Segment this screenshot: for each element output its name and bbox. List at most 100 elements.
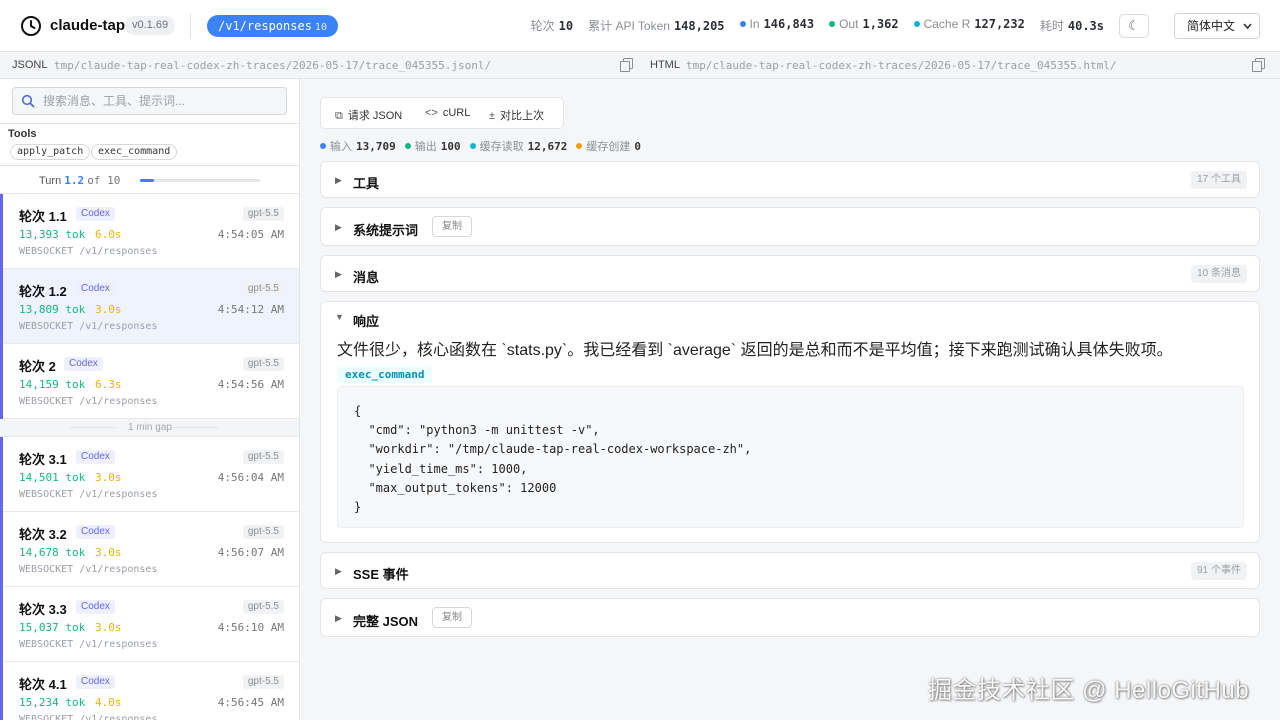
section-title[interactable]: 响应 [353,311,379,330]
request-list-item[interactable]: 轮次 3.2 Codex gpt-5.5 14,678 tok 3.0s 4:56:07 … [0,512,299,587]
tool-chip-exec-command[interactable]: exec_command [91,144,178,160]
copy-full-json-button[interactable]: 复制 [432,607,472,628]
timestamp: 4:54:56 AM [217,378,284,391]
request-route: WEBSOCKET /v1/responses [19,246,158,257]
section-title: 工具 [353,176,380,191]
collapse-triangle-icon[interactable]: ▼ [335,312,344,322]
timestamp: 4:56:04 AM [217,471,284,484]
curl-button[interactable]: <> cURL [425,107,470,119]
request-toolbar: ⧉ 请求 JSON <> cURL ± 对比上次 [320,97,564,129]
duration: 6.3s [95,378,122,391]
search-placeholder: 搜索消息、工具、提示词... [43,94,186,108]
usage-summary: 输入 13,709 输出 100 缓存读取 12,672 缓存创建 0 [320,138,641,154]
search-icon [21,94,35,108]
request-list-item[interactable]: 轮次 1.2 Codex gpt-5.5 13,809 tok 3.0s 4:54:12 … [0,269,299,344]
time-gap-separator: 1 min gap [0,419,299,437]
codex-badge: Codex [76,207,115,221]
divider [0,123,299,124]
request-list-item[interactable]: 轮次 3.1 Codex gpt-5.5 14,501 tok 3.0s 4:56:04 … [0,437,299,512]
copy-jsonl-path-icon[interactable] [620,58,633,72]
code-icon: <> [425,107,438,119]
app-title: claude-tap [50,17,126,34]
model-badge: gpt-5.5 [242,282,284,296]
tools-label: Tools [8,128,37,140]
section-tools[interactable]: ▶ 工具 17 个工具 [320,161,1260,198]
html-path[interactable]: tmp/claude-tap-real-codex-zh-traces/2026… [686,59,1116,72]
token-count: 13,809 tok [19,303,86,316]
codex-accent-bar [0,587,3,662]
copy-html-path-icon[interactable] [1252,58,1265,72]
timestamp: 4:56:45 AM [217,696,284,709]
header-stats: 轮次 10 累计 API Token 148,205 In 146,843 Out 1,… [531,17,1104,34]
language-select[interactable]: 简体中文 [1174,13,1260,39]
stat-elapsed: 耗时 40.3s [1039,19,1104,33]
chevron-down-icon [1243,23,1252,30]
token-count: 15,234 tok [19,696,86,709]
section-full-json[interactable]: ▶ 完整 JSON 复制 [320,598,1260,637]
request-route: WEBSOCKET /v1/responses [19,489,158,500]
codex-badge: Codex [76,450,115,464]
stat-turns: 轮次 10 [530,19,574,33]
divider [0,165,299,166]
codex-badge: Codex [76,600,115,614]
request-list-item[interactable]: 轮次 1.1 Codex gpt-5.5 13,393 tok 6.0s 4:54:05 … [0,194,299,269]
duration: 3.0s [95,303,122,316]
diff-previous-button[interactable]: ± 对比上次 [489,107,544,123]
codex-badge: Codex [76,282,115,296]
stat-cache-read: Cache R 127,232 [913,17,1025,34]
search-input[interactable]: 搜索消息、工具、提示词... [12,87,287,115]
version-badge: v0.1.69 [125,16,176,35]
usage-input: 输入 13,709 [320,138,396,154]
request-json-button[interactable]: ⧉ 请求 JSON [335,107,402,123]
endpoint-count: 10 [314,22,327,33]
request-title: 轮次 1.1 [19,209,67,224]
codex-accent-bar [0,662,3,720]
request-list-item[interactable]: 轮次 4.1 Codex gpt-5.5 15,234 tok 4.0s 4:56:45 … [0,662,299,720]
model-badge: gpt-5.5 [242,450,284,464]
copy-icon: ⧉ [335,110,343,122]
section-sse-events[interactable]: ▶ SSE 事件 91 个事件 [320,552,1260,589]
codex-accent-bar [0,269,3,344]
duration: 3.0s [95,546,122,559]
watermark: 掘金技术社区 @ HelloGitHub [928,677,1250,704]
token-count: 14,159 tok [19,378,86,391]
top-header: claude-tap v0.1.69 /v1/responses 10 轮次 10 … [0,0,1280,52]
model-badge: gpt-5.5 [242,675,284,689]
endpoint-path: /v1/responses [218,19,312,33]
stat-in: In 146,843 [739,17,814,34]
section-title: 完整 JSON [353,614,419,629]
stat-api-token: 累计 API Token 148,205 [588,19,725,33]
model-badge: gpt-5.5 [242,357,284,371]
html-label: HTML [650,59,680,71]
response-text: 文件很少，核心函数在 `stats.py`。我已经看到 `average` 返回… [337,342,1173,359]
request-list-item[interactable]: 轮次 2 Codex gpt-5.5 14,159 tok 6.3s 4:54:56 AM… [0,344,299,419]
request-route: WEBSOCKET /v1/responses [19,321,158,332]
copy-system-prompt-button[interactable]: 复制 [432,216,472,237]
request-route: WEBSOCKET /v1/responses [19,396,158,407]
diff-icon: ± [489,110,496,122]
model-badge: gpt-5.5 [242,600,284,614]
model-badge: gpt-5.5 [242,207,284,221]
request-title: 轮次 1.2 [19,284,67,299]
endpoint-filter-pill[interactable]: /v1/responses 10 [207,15,338,37]
request-list-item[interactable]: 轮次 3.3 Codex gpt-5.5 15,037 tok 3.0s 4:56:10 … [0,587,299,662]
expand-triangle-icon: ▶ [335,222,342,232]
jsonl-path[interactable]: tmp/claude-tap-real-codex-zh-traces/2026… [54,59,491,72]
request-route: WEBSOCKET /v1/responses [19,639,158,650]
clock-logo-icon [21,16,41,36]
messages-count-badge: 10 条消息 [1191,265,1247,283]
codex-accent-bar [0,194,3,269]
section-title: 系统提示词 [353,223,419,238]
section-messages[interactable]: ▶ 消息 10 条消息 [320,255,1260,292]
expand-triangle-icon: ▶ [335,566,342,576]
sse-count-badge: 91 个事件 [1191,562,1247,580]
tools-count-badge: 17 个工具 [1191,171,1247,189]
turn-progress-bar[interactable] [140,179,260,182]
language-value: 简体中文 [1187,19,1236,33]
theme-toggle-button[interactable]: ☾ [1119,14,1149,38]
timestamp: 4:56:10 AM [217,621,284,634]
trace-path-bar: JSONL tmp/claude-tap-real-codex-zh-trace… [0,52,1280,79]
codex-badge: Codex [64,357,103,371]
tool-chip-apply-patch[interactable]: apply_patch [10,144,91,160]
section-system-prompt[interactable]: ▶ 系统提示词 复制 [320,207,1260,246]
